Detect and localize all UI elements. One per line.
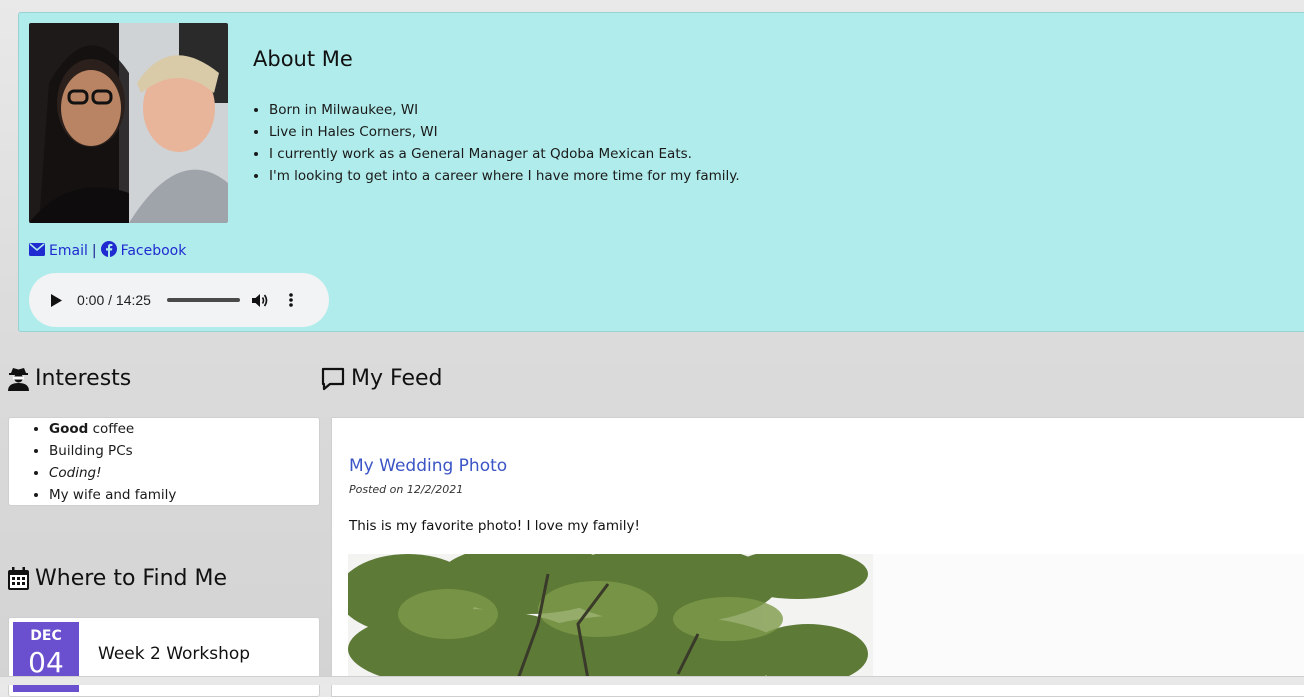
post-body: This is my favorite photo! I love my fam…	[349, 518, 640, 534]
about-list: Born in Milwaukee, WI Live in Hales Corn…	[269, 99, 740, 187]
volume-icon[interactable]	[252, 291, 270, 309]
wedding-photo	[348, 554, 1304, 679]
post-date: Posted on 12/2/2021	[349, 483, 464, 496]
profile-photo	[29, 23, 228, 223]
audio-time: 0:00 / 14:25	[77, 292, 151, 308]
feed-panel: My Wedding Photo Posted on 12/2/2021 Thi…	[331, 417, 1304, 697]
interest-bold-text: Good	[49, 421, 89, 437]
interest-item: Coding!	[49, 462, 319, 484]
about-item: Born in Milwaukee, WI	[269, 99, 740, 121]
email-link[interactable]: Email	[29, 242, 88, 260]
facebook-link-label: Facebook	[120, 243, 187, 259]
user-secret-icon	[8, 367, 29, 391]
interests-heading-text: Interests	[35, 366, 132, 391]
calendar-icon	[8, 567, 29, 590]
comment-icon	[321, 367, 345, 391]
interest-item: Good coffee	[49, 418, 319, 440]
envelope-icon	[29, 242, 45, 260]
find-me-heading-text: Where to Find Me	[35, 566, 227, 591]
interest-text: coffee	[88, 421, 135, 437]
interests-list: Good coffee Building PCs Coding! My wife…	[9, 418, 319, 506]
about-panel: About Me Born in Milwaukee, WI Live in H…	[18, 12, 1304, 332]
event-month: DEC	[30, 628, 62, 644]
about-item: Live in Hales Corners, WI	[269, 121, 740, 143]
facebook-icon	[100, 241, 117, 261]
about-item: I currently work as a General Manager at…	[269, 143, 740, 165]
more-options-icon[interactable]	[282, 291, 300, 309]
interest-italic-text: Coding!	[49, 465, 102, 481]
interests-box: Good coffee Building PCs Coding! My wife…	[8, 417, 320, 506]
event-card[interactable]: DEC 04 Week 2 Workshop	[8, 617, 320, 697]
find-me-heading: Where to Find Me	[8, 566, 227, 591]
interest-item: My wife and family	[49, 484, 319, 506]
post-title[interactable]: My Wedding Photo	[349, 456, 507, 476]
play-icon[interactable]	[47, 291, 65, 309]
event-title: Week 2 Workshop	[98, 644, 251, 664]
audio-seek-bar[interactable]	[166, 298, 240, 302]
feed-heading-text: My Feed	[351, 366, 443, 391]
audio-player: 0:00 / 14:25	[29, 273, 329, 327]
about-title: About Me	[253, 47, 353, 71]
feed-heading: My Feed	[321, 366, 442, 391]
facebook-link[interactable]: Facebook	[100, 241, 187, 261]
contact-links: Email | Facebook	[29, 241, 186, 261]
about-item: I'm looking to get into a career where I…	[269, 165, 740, 187]
interest-item: Building PCs	[49, 440, 319, 462]
interests-heading: Interests	[8, 366, 131, 391]
email-link-label: Email	[49, 243, 88, 259]
event-day: 04	[28, 646, 64, 679]
link-separator: |	[91, 243, 97, 259]
